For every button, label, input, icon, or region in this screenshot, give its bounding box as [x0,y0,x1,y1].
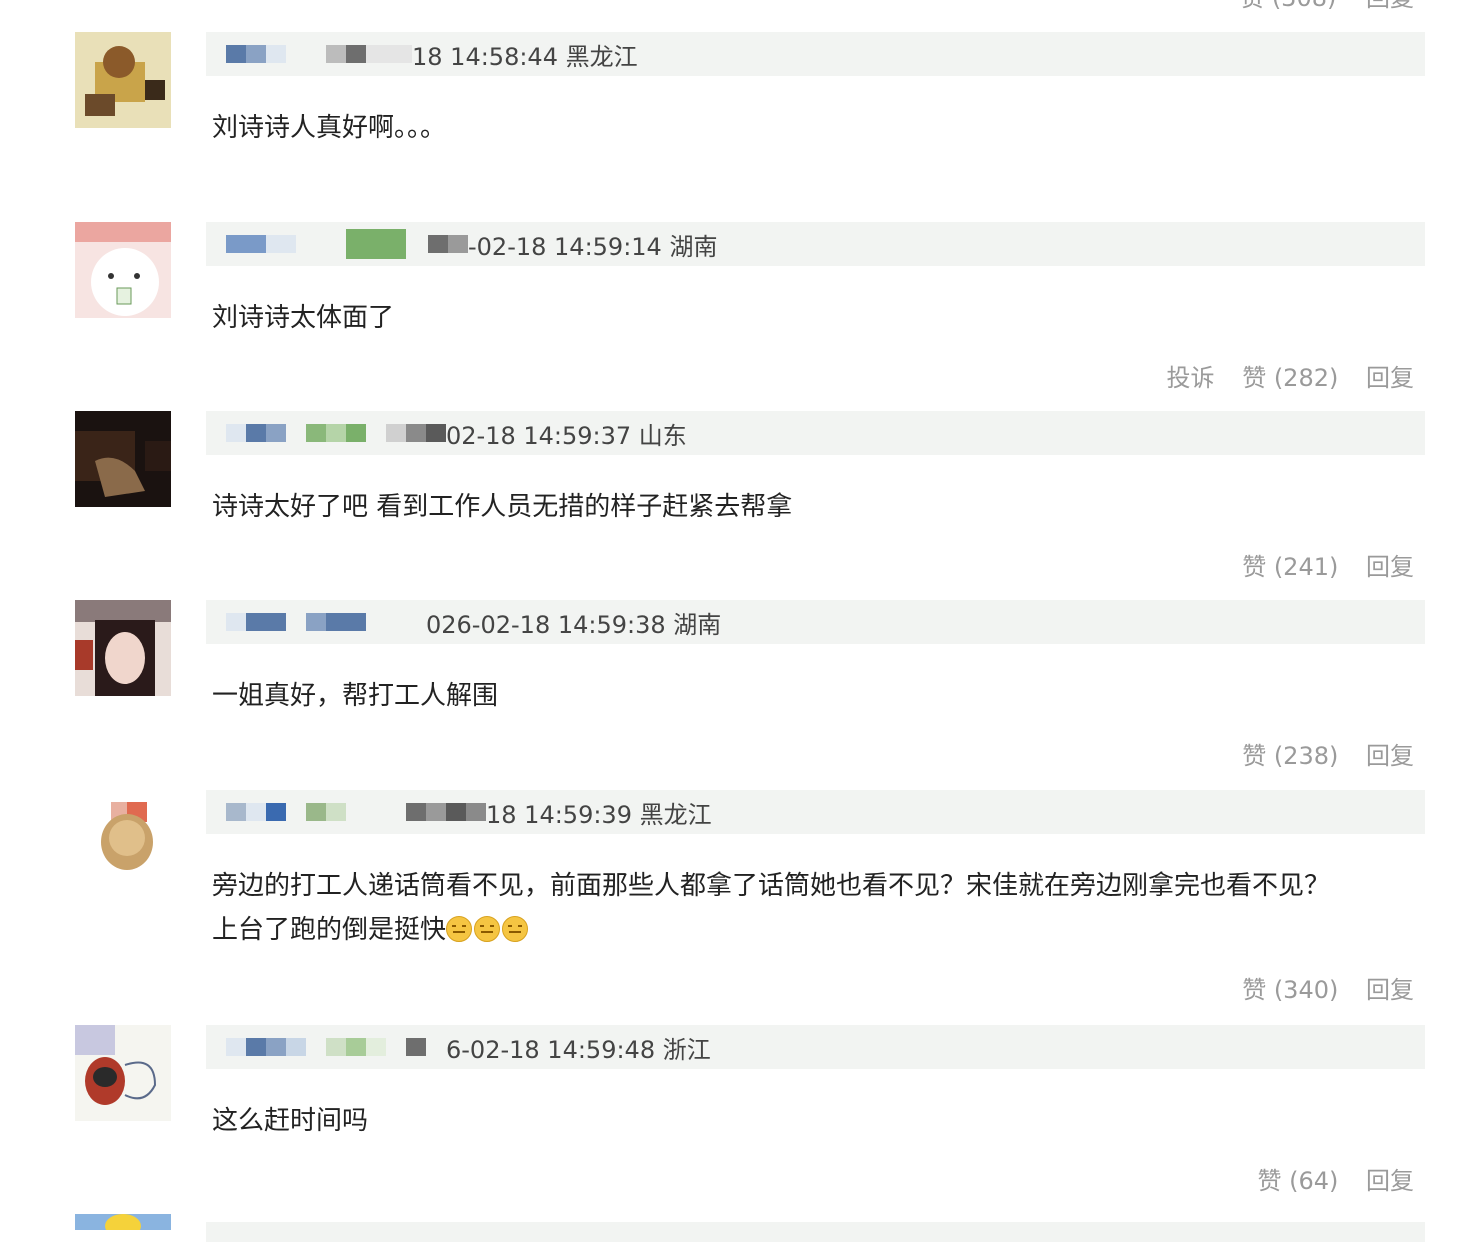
comment-meta: 6-02-18 14:59:48 浙江 [206,1025,1425,1069]
reply-button[interactable]: 回复 [1366,553,1414,581]
like-button[interactable]: 赞 (64) [1257,1167,1338,1195]
comment-actions: 赞 (238) 回复 [1222,736,1414,771]
comment-actions: 投诉 赞 (282) 回复 [1147,358,1414,393]
avatar-image [75,1025,171,1121]
expressionless-emoji-icon [502,916,529,942]
like-button[interactable]: 赞 (340) [1242,976,1338,1004]
username-mosaic [206,32,412,76]
avatar-image [75,32,171,128]
comment-text: 刘诗诗人真好啊。。。 [212,113,447,143]
partial-actions-top: 赞 (308) 回复 [1218,0,1414,13]
reply-button[interactable]: 回复 [1366,364,1414,392]
avatar[interactable] [75,790,171,886]
avatar[interactable] [75,411,171,507]
reply-button[interactable]: 回复 [1366,0,1414,12]
like-button[interactable]: 赞 (241) [1242,553,1338,581]
avatar-image [75,222,171,318]
comment-time-location: 18 14:58:44 黑龙江 [412,42,638,71]
comment-meta [206,1222,1425,1242]
avatar-image [75,790,171,886]
avatar[interactable] [75,32,171,128]
comment-text-line: 上台了跑的倒是挺快 [212,915,447,945]
avatar[interactable] [75,1025,171,1121]
comment-actions: 赞 (340) 回复 [1222,970,1414,1005]
reply-button[interactable]: 回复 [1366,1167,1414,1195]
avatar-image [75,600,171,696]
username-mosaic [206,222,468,266]
username-mosaic [206,790,486,834]
comment-time-location: -02-18 14:59:14 湖南 [468,232,718,261]
comment-meta: -02-18 14:59:14 湖南 [206,222,1425,266]
avatar-image [105,1214,141,1230]
avatar[interactable] [75,222,171,318]
avatar-image [75,411,171,507]
avatar[interactable] [75,600,171,696]
username-mosaic [206,600,426,644]
comment-time-location: 18 14:59:39 黑龙江 [486,800,712,829]
comment-text: 刘诗诗太体面了 [212,303,395,333]
comment-text: 这么赶时间吗 [212,1106,369,1136]
comment-meta: 18 14:59:39 黑龙江 [206,790,1425,834]
comment-text: 一姐真好，帮打工人解围 [212,681,499,711]
avatar[interactable] [75,1214,171,1230]
username-mosaic [206,411,446,455]
like-button[interactable]: 赞 (308) [1240,0,1336,12]
comment-time-location: 026-02-18 14:59:38 湖南 [426,610,722,639]
comment-meta: 02-18 14:59:37 山东 [206,411,1425,455]
expressionless-emoji-icon [446,916,473,942]
comment-text: 旁边的打工人递话筒看不见，前面那些人都拿了话筒她也看不见？宋佳就在旁边刚拿完也看… [212,864,1422,952]
comment-actions: 赞 (241) 回复 [1222,547,1414,582]
like-button[interactable]: 赞 (238) [1242,742,1338,770]
comment-text-line: 旁边的打工人递话筒看不见，前面那些人都拿了话筒她也看不见？宋佳就在旁边刚拿完也看… [212,871,1331,901]
comment-text-line-2: 上台了跑的倒是挺快 [212,908,1422,952]
expressionless-emoji-icon [474,916,501,942]
username-mosaic [206,1025,446,1069]
comment-time-location: 6-02-18 14:59:48 浙江 [446,1035,711,1064]
reply-button[interactable]: 回复 [1366,976,1414,1004]
comment-meta: 026-02-18 14:59:38 湖南 [206,600,1425,644]
comment-time-location: 02-18 14:59:37 山东 [446,421,687,450]
report-button[interactable]: 投诉 [1167,364,1215,392]
comment-text: 诗诗太好了吧 看到工作人员无措的样子赶紧去帮拿 [212,492,793,522]
reply-button[interactable]: 回复 [1366,742,1414,770]
comment-actions: 赞 (64) 回复 [1237,1161,1414,1196]
comment-meta: 18 14:58:44 黑龙江 [206,32,1425,76]
like-button[interactable]: 赞 (282) [1242,364,1338,392]
